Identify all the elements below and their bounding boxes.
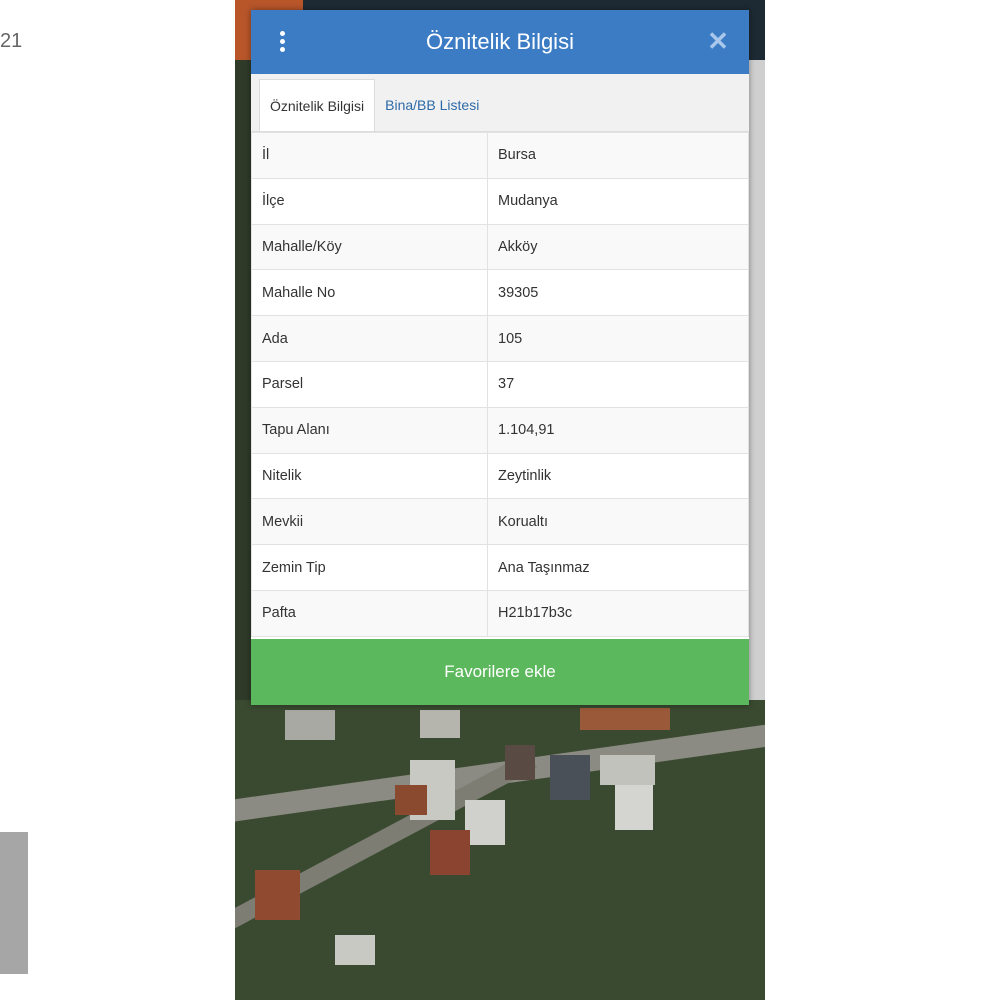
row-key: Mahalle/Köy	[251, 223, 488, 271]
tab-attribute-info[interactable]: Öznitelik Bilgisi	[259, 79, 376, 131]
table-row: Tapu Alanı 1.104,91	[251, 406, 749, 454]
row-key: Pafta	[251, 589, 488, 637]
phone-screen: Öznitelik Bilgisi ✕ Öznitelik Bilgisi Bi…	[235, 0, 765, 1000]
tab-bar: Öznitelik Bilgisi Bina/BB Listesi	[251, 74, 749, 132]
map-building	[615, 785, 653, 830]
table-row: Mahalle No 39305	[251, 269, 749, 317]
map-building	[255, 870, 300, 920]
table-row: İlçe Mudanya	[251, 177, 749, 225]
map-right-strip	[749, 60, 765, 700]
row-key: Mahalle No	[251, 269, 488, 317]
map-building	[465, 800, 505, 845]
row-key: Parsel	[251, 360, 488, 408]
add-to-favorites-button[interactable]: Favorilere ekle	[251, 639, 749, 705]
more-vertical-icon[interactable]	[273, 28, 291, 56]
row-value: Zeytinlik	[487, 452, 749, 500]
row-value: Akköy	[487, 223, 749, 271]
map-building	[420, 710, 460, 738]
corner-number: 21	[0, 30, 23, 52]
row-value: 105	[487, 315, 749, 362]
row-value: Ana Taşınmaz	[487, 544, 749, 591]
map-left-strip	[235, 60, 251, 700]
row-key: Nitelik	[251, 452, 488, 500]
map-building	[285, 710, 335, 740]
map-building	[600, 755, 655, 785]
row-key: İlçe	[251, 177, 488, 225]
table-row: Zemin Tip Ana Taşınmaz	[251, 544, 749, 591]
table-row: Nitelik Zeytinlik	[251, 452, 749, 500]
row-value: 37	[487, 360, 749, 408]
table-row: Parsel 37	[251, 360, 749, 408]
map-building	[430, 830, 470, 875]
panel-header: Öznitelik Bilgisi ✕	[251, 10, 749, 74]
map-building	[505, 745, 535, 780]
map-building	[335, 935, 375, 965]
row-value: 1.104,91	[487, 406, 749, 454]
row-value: Bursa	[487, 132, 749, 179]
attribute-table: İl Bursa İlçe Mudanya Mahalle/Köy Akköy Mah…	[251, 132, 749, 637]
row-key: Ada	[251, 315, 488, 362]
map-building	[580, 708, 670, 730]
row-value: H21b17b3c	[487, 589, 749, 637]
table-row: Ada 105	[251, 315, 749, 362]
row-value: 39305	[487, 269, 749, 317]
row-key: Zemin Tip	[251, 544, 488, 591]
left-gray-block	[0, 832, 28, 974]
map-building	[395, 785, 427, 815]
row-value: Korualtı	[487, 498, 749, 546]
row-key: İl	[251, 132, 488, 179]
attribute-panel: Öznitelik Bilgisi ✕ Öznitelik Bilgisi Bi…	[251, 10, 749, 705]
table-row: Mahalle/Köy Akköy	[251, 223, 749, 271]
map-building	[550, 755, 590, 800]
close-icon[interactable]: ✕	[703, 26, 733, 56]
table-row: Mevkii Korualtı	[251, 498, 749, 546]
panel-title: Öznitelik Bilgisi	[426, 29, 574, 54]
tab-building-list[interactable]: Bina/BB Listesi	[375, 79, 489, 131]
row-key: Mevkii	[251, 498, 488, 546]
row-value: Mudanya	[487, 177, 749, 225]
row-key: Tapu Alanı	[251, 406, 488, 454]
table-row: Pafta H21b17b3c	[251, 589, 749, 637]
table-row: İl Bursa	[251, 132, 749, 179]
